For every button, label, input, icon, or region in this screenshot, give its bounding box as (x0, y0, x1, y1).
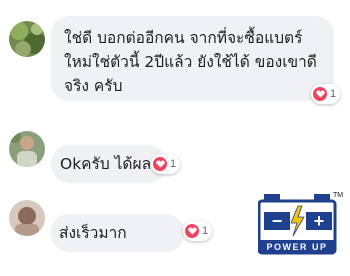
reaction-badge[interactable]: 1 (311, 84, 341, 104)
reaction-badge[interactable]: 1 (151, 154, 181, 174)
minus-symbol: − (272, 211, 283, 231)
comment-text: ใช่ดี บอกต่ออีกคน จากที่จะซื้อแบตร์ ใหม่… (64, 29, 317, 95)
commenter-avatar[interactable] (9, 21, 45, 57)
reaction-count: 1 (202, 225, 209, 237)
comment-bubble: ใช่ดี บอกต่ออีกคน จากที่จะซื้อแบตร์ ใหม่… (51, 16, 334, 101)
comment-bubble: ส่งเร็วมาก (51, 214, 184, 252)
commenter-avatar[interactable] (9, 131, 45, 167)
heart-icon (313, 87, 327, 101)
heart-icon (153, 157, 167, 171)
avatar-photo (9, 131, 45, 167)
reaction-badge[interactable]: 1 (183, 221, 213, 241)
plus-symbol: + (314, 211, 325, 231)
comment-text: ส่งเร็วมาก (59, 224, 127, 242)
avatar-photo (9, 21, 45, 57)
trademark-mark: TM (333, 192, 343, 199)
reaction-count: 1 (170, 158, 177, 170)
reaction-count: 1 (330, 88, 337, 100)
heart-icon (185, 224, 199, 238)
power-up-logo: − + POWER UP TM (258, 192, 343, 255)
commenter-avatar[interactable] (9, 200, 45, 236)
comment-thread: ใช่ดี บอกต่ออีกคน จากที่จะซื้อแบตร์ ใหม่… (0, 0, 350, 276)
avatar-photo (9, 200, 45, 236)
comment-bubble: Okครับ ได้ผล (51, 145, 166, 183)
brand-text: POWER UP (266, 242, 327, 252)
